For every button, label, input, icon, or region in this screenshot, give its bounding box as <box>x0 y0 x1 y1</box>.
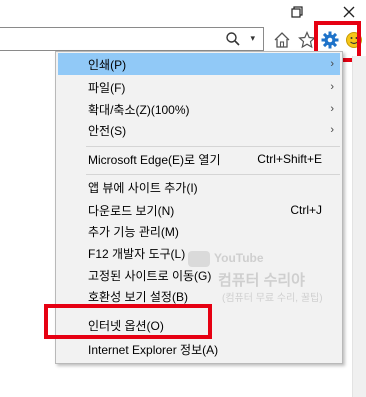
menu-item-label: 앱 뷰에 사이트 추가(I) <box>88 180 198 195</box>
menu-item-label: 고정된 사이트로 이동(G) <box>88 268 212 283</box>
menu-item-label: 인쇄(P) <box>88 57 127 72</box>
submenu-arrow-icon: › <box>330 81 334 93</box>
menu-item-manage-add-ons[interactable]: 추가 기능 관리(M) <box>58 220 340 242</box>
search-icon[interactable] <box>225 31 241 47</box>
internet-options-annotation-box <box>44 304 212 339</box>
menu-item-file[interactable]: 파일(F) › <box>58 76 340 98</box>
menu-separator <box>86 174 340 175</box>
menu-item-label: F12 개발자 도구(L) <box>88 246 186 261</box>
menu-item-label: 파일(F) <box>88 80 126 95</box>
menu-item-about-ie[interactable]: Internet Explorer 정보(A) <box>58 338 340 360</box>
menu-item-label: 호환성 보기 설정(B) <box>88 289 188 304</box>
close-icon[interactable] <box>338 2 360 22</box>
submenu-arrow-icon: › <box>330 58 334 70</box>
menu-item-label: 안전(S) <box>88 123 127 138</box>
menu-item-safety[interactable]: 안전(S) › <box>58 119 340 141</box>
submenu-arrow-icon: › <box>330 124 334 136</box>
menu-item-shortcut: Ctrl+Shift+E <box>257 152 322 166</box>
submenu-arrow-icon: › <box>330 103 334 115</box>
menu-item-print[interactable]: 인쇄(P) › <box>58 53 340 75</box>
menu-item-view-downloads[interactable]: 다운로드 보기(N) Ctrl+J <box>58 199 340 221</box>
restore-icon[interactable] <box>286 2 308 22</box>
title-bar <box>0 0 366 24</box>
menu-item-add-site-to-apps[interactable]: 앱 뷰에 사이트 추가(I) <box>58 176 340 198</box>
menu-item-zoom[interactable]: 확대/축소(Z)(100%) › <box>58 98 340 120</box>
page-scrollbar[interactable] <box>352 56 366 397</box>
menu-item-pinned-sites[interactable]: 고정된 사이트로 이동(G) <box>58 264 340 286</box>
menu-item-label: 추가 기능 관리(M) <box>88 224 179 239</box>
menu-item-label: Internet Explorer 정보(A) <box>88 342 219 357</box>
menu-item-open-in-edge[interactable]: Microsoft Edge(E)로 열기 Ctrl+Shift+E <box>58 148 340 170</box>
address-bar[interactable]: ▾ <box>0 27 264 51</box>
menu-item-shortcut: Ctrl+J <box>290 203 322 217</box>
search-dropdown-icon[interactable]: ▾ <box>250 33 255 44</box>
menu-separator <box>86 146 340 147</box>
menu-item-f12-developer-tools[interactable]: F12 개발자 도구(L) <box>58 242 340 264</box>
home-icon[interactable] <box>272 30 292 50</box>
menu-item-label: 확대/축소(Z)(100%) <box>88 102 190 117</box>
